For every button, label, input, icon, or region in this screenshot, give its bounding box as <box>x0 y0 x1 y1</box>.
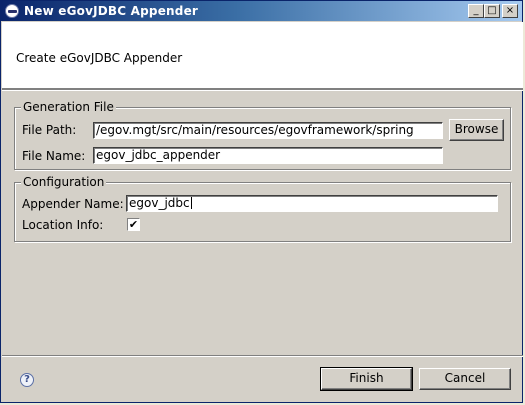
eclipse-app-icon <box>5 4 19 18</box>
browse-button[interactable]: Browse <box>449 119 504 141</box>
location-info-checkbox[interactable]: ✔ <box>127 218 140 231</box>
file-name-field[interactable]: egov_jdbc_appender <box>93 147 443 164</box>
wizard-header: Create eGovJDBC Appender <box>2 22 523 88</box>
finish-label: Finish <box>349 371 384 385</box>
appender-name-value: egov_jdbc <box>129 196 190 210</box>
dialog-window: New eGovJDBC Appender _ □ × Create eGovJ… <box>0 0 523 403</box>
cancel-button[interactable]: Cancel <box>419 368 511 390</box>
file-path-field[interactable]: /egov.mgt/src/main/resources/egovframewo… <box>93 122 443 139</box>
appender-name-label: Appender Name: <box>22 197 124 211</box>
close-button[interactable]: × <box>502 4 518 18</box>
appender-name-field[interactable]: egov_jdbc <box>126 195 498 212</box>
title-bar[interactable]: New eGovJDBC Appender _ □ × <box>1 1 522 21</box>
help-icon[interactable]: ? <box>20 373 34 387</box>
minimize-button[interactable]: _ <box>468 4 484 18</box>
finish-button[interactable]: Finish <box>320 367 413 391</box>
header-message: Create eGovJDBC Appender <box>16 51 183 65</box>
window-title: New eGovJDBC Appender <box>24 4 199 18</box>
file-name-label: File Name: <box>22 149 86 163</box>
maximize-button[interactable]: □ <box>484 4 500 18</box>
generation-file-legend: Generation File <box>21 100 116 114</box>
header-separator <box>2 88 523 91</box>
configuration-group: Configuration <box>14 175 511 242</box>
file-path-label: File Path: <box>22 123 77 137</box>
text-caret <box>190 197 192 209</box>
location-info-label: Location Info: <box>22 218 104 232</box>
footer-separator <box>2 355 523 357</box>
configuration-legend: Configuration <box>21 175 107 189</box>
